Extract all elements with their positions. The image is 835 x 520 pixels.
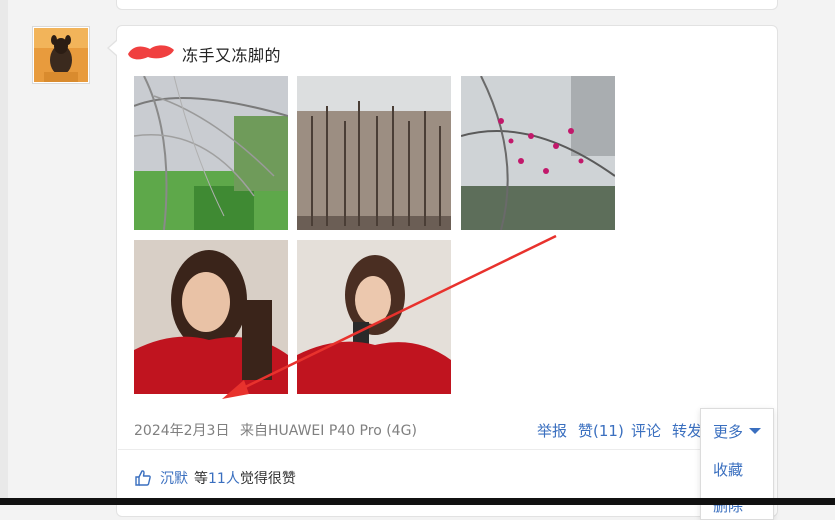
like-button[interactable]: 赞(11) — [578, 420, 624, 441]
thumbs-up-icon — [135, 470, 151, 486]
photo-frosted-forest[interactable] — [297, 76, 451, 230]
left-margin — [0, 0, 8, 505]
photo-mirror-selfie[interactable] — [297, 240, 451, 394]
photo-selfie[interactable] — [134, 240, 288, 394]
avatar[interactable] — [32, 26, 90, 84]
menu-item-favorite[interactable]: 收藏 — [713, 459, 743, 480]
likes-mid: 等 — [194, 471, 208, 487]
photo-icy-branches[interactable] — [134, 76, 288, 230]
divider — [118, 449, 774, 450]
liker-name[interactable]: 沉默 — [160, 468, 188, 488]
likes-count[interactable]: 11人 — [208, 468, 240, 488]
report-button[interactable]: 举报 — [537, 420, 567, 441]
photo-icy-plum-blossom[interactable] — [461, 76, 615, 230]
likes-summary: 沉默 等 11人 觉得很赞 — [134, 468, 296, 488]
previous-post-card — [116, 0, 778, 10]
photo-image — [297, 76, 451, 230]
bottom-bar — [0, 498, 835, 505]
forward-button[interactable]: 转发 — [672, 420, 702, 441]
photo-image — [134, 76, 288, 230]
post-date[interactable]: 2024年2月3日 — [134, 420, 229, 440]
post-text: 冻手又冻脚的 — [182, 46, 282, 65]
likes-suffix: 觉得很赞 — [239, 471, 296, 487]
avatar-image — [34, 28, 88, 82]
more-button[interactable]: 更多 — [713, 421, 743, 442]
caret-down-icon[interactable] — [749, 428, 761, 434]
photo-image — [461, 76, 615, 230]
post-source: 来自HUAWEI P40 Pro (4G) — [240, 423, 417, 439]
comment-button[interactable]: 评论 — [631, 420, 661, 441]
photo-image — [297, 240, 451, 394]
author-name-redaction — [128, 45, 174, 60]
card-pointer-inner — [109, 41, 117, 55]
photo-image — [134, 240, 288, 394]
